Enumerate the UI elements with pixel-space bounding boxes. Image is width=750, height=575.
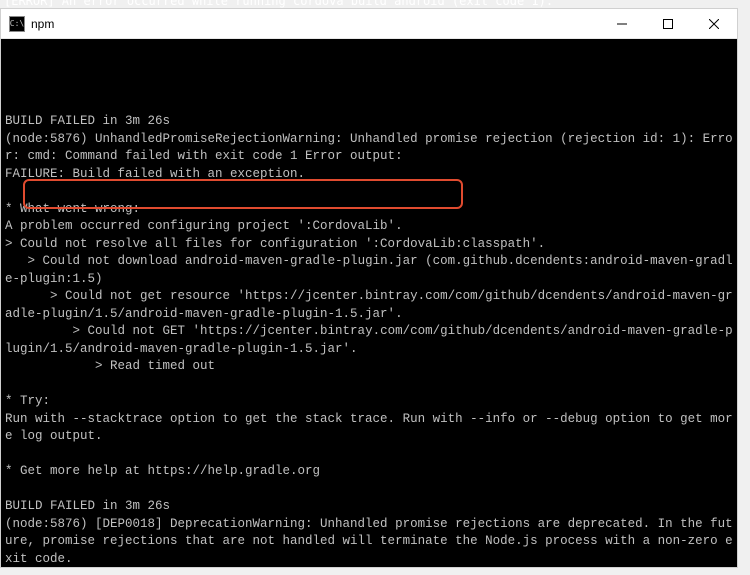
terminal-line: BUILD FAILED in 3m 26s	[5, 498, 733, 516]
maximize-button[interactable]	[645, 9, 691, 39]
terminal-line: > Could not resolve all files for config…	[5, 236, 733, 254]
terminal-line	[5, 376, 733, 394]
terminal-line: A problem occurred configuring project '…	[5, 218, 733, 236]
terminal-line: > Could not GET 'https://jcenter.bintray…	[5, 323, 733, 358]
terminal-line	[5, 446, 733, 464]
terminal-line	[5, 183, 733, 201]
terminal-line: FAILURE: Build failed with an exception.	[5, 166, 733, 184]
terminal-line: * Try:	[5, 393, 733, 411]
window-title: npm	[31, 17, 54, 31]
terminal-line: BUILD FAILED in 3m 26s	[5, 113, 733, 131]
partial-previous-window: [ERROR] An error occurred while running …	[0, 0, 750, 8]
terminal-line: * What went wrong:	[5, 201, 733, 219]
cmd-icon: C:\	[9, 16, 25, 32]
maximize-icon	[663, 19, 673, 29]
terminal-line: > Could not get resource 'https://jcente…	[5, 288, 733, 323]
terminal-window: C:\ npm BUILD FAILED in 3m 26s(node:5876…	[0, 8, 738, 568]
close-icon	[709, 19, 719, 29]
terminal-line	[5, 481, 733, 499]
minimize-icon	[617, 19, 627, 29]
terminal-line: (node:5876) UnhandledPromiseRejectionWar…	[5, 131, 733, 166]
terminal-line: > Read timed out	[5, 358, 733, 376]
terminal-line: > Could not download android-maven-gradl…	[5, 253, 733, 288]
window-controls	[599, 9, 737, 39]
titlebar[interactable]: C:\ npm	[1, 9, 737, 39]
terminal-output[interactable]: BUILD FAILED in 3m 26s(node:5876) Unhand…	[1, 39, 737, 567]
terminal-line: (node:5876) [DEP0018] DeprecationWarning…	[5, 516, 733, 568]
terminal-line: Run with --stacktrace option to get the …	[5, 411, 733, 446]
close-button[interactable]	[691, 9, 737, 39]
minimize-button[interactable]	[599, 9, 645, 39]
terminal-line: * Get more help at https://help.gradle.o…	[5, 463, 733, 481]
title-left: C:\ npm	[9, 16, 54, 32]
terminal-line	[5, 96, 733, 114]
